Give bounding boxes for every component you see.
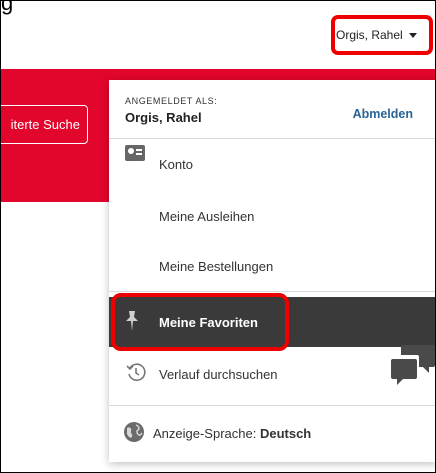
caret-down-icon [408,32,417,38]
divider [109,291,435,292]
screenshot-frame: g Orgis, Rahel iterte Suche ANGEMELDET A… [0,0,436,473]
menu-item-label: Meine Ausleihen [159,208,255,224]
menu-item-label: Meine Bestellungen [159,258,274,274]
language-prefix: Anzeige-Sprache: [153,425,260,441]
chat-bubbles-icon[interactable] [389,341,436,389]
language-value: Deutsch [259,425,312,441]
menu-item-favoriten[interactable]: Meine Favoriten [109,297,435,347]
advanced-search-button[interactable]: iterte Suche [1,105,88,144]
account-card-icon [125,145,145,161]
logged-in-as-label: ANGEMELDET ALS: [125,96,218,106]
globe-icon [124,422,144,442]
menu-item-label: Konto [159,156,193,172]
pin-icon [126,311,138,331]
menu-item-bestellungen[interactable]: Meine Bestellungen [109,243,435,289]
menu-item-label: Meine Favoriten [159,314,258,330]
menu-item-label: Verlauf durchsuchen [159,366,278,382]
menu-item-verlauf[interactable]: Verlauf durchsuchen [109,351,435,397]
menu-item-ausleihen[interactable]: Meine Ausleihen [109,193,435,239]
divider [109,138,435,139]
language-selector[interactable]: Anzeige-Sprache: Deutsch [109,410,435,456]
user-menu-label: Orgis, Rahel [336,28,403,42]
history-icon [126,363,146,381]
user-menu-button[interactable]: Orgis, Rahel [336,21,417,49]
language-label: Anzeige-Sprache: Deutsch [153,426,311,441]
user-dropdown-menu: ANGEMELDET ALS: Orgis, Rahel Abmelden Ko… [109,80,435,462]
menu-item-konto[interactable]: Konto [109,141,435,187]
logout-link[interactable]: Abmelden [353,107,413,121]
cut-off-caption: g [1,0,14,15]
divider [109,405,435,406]
